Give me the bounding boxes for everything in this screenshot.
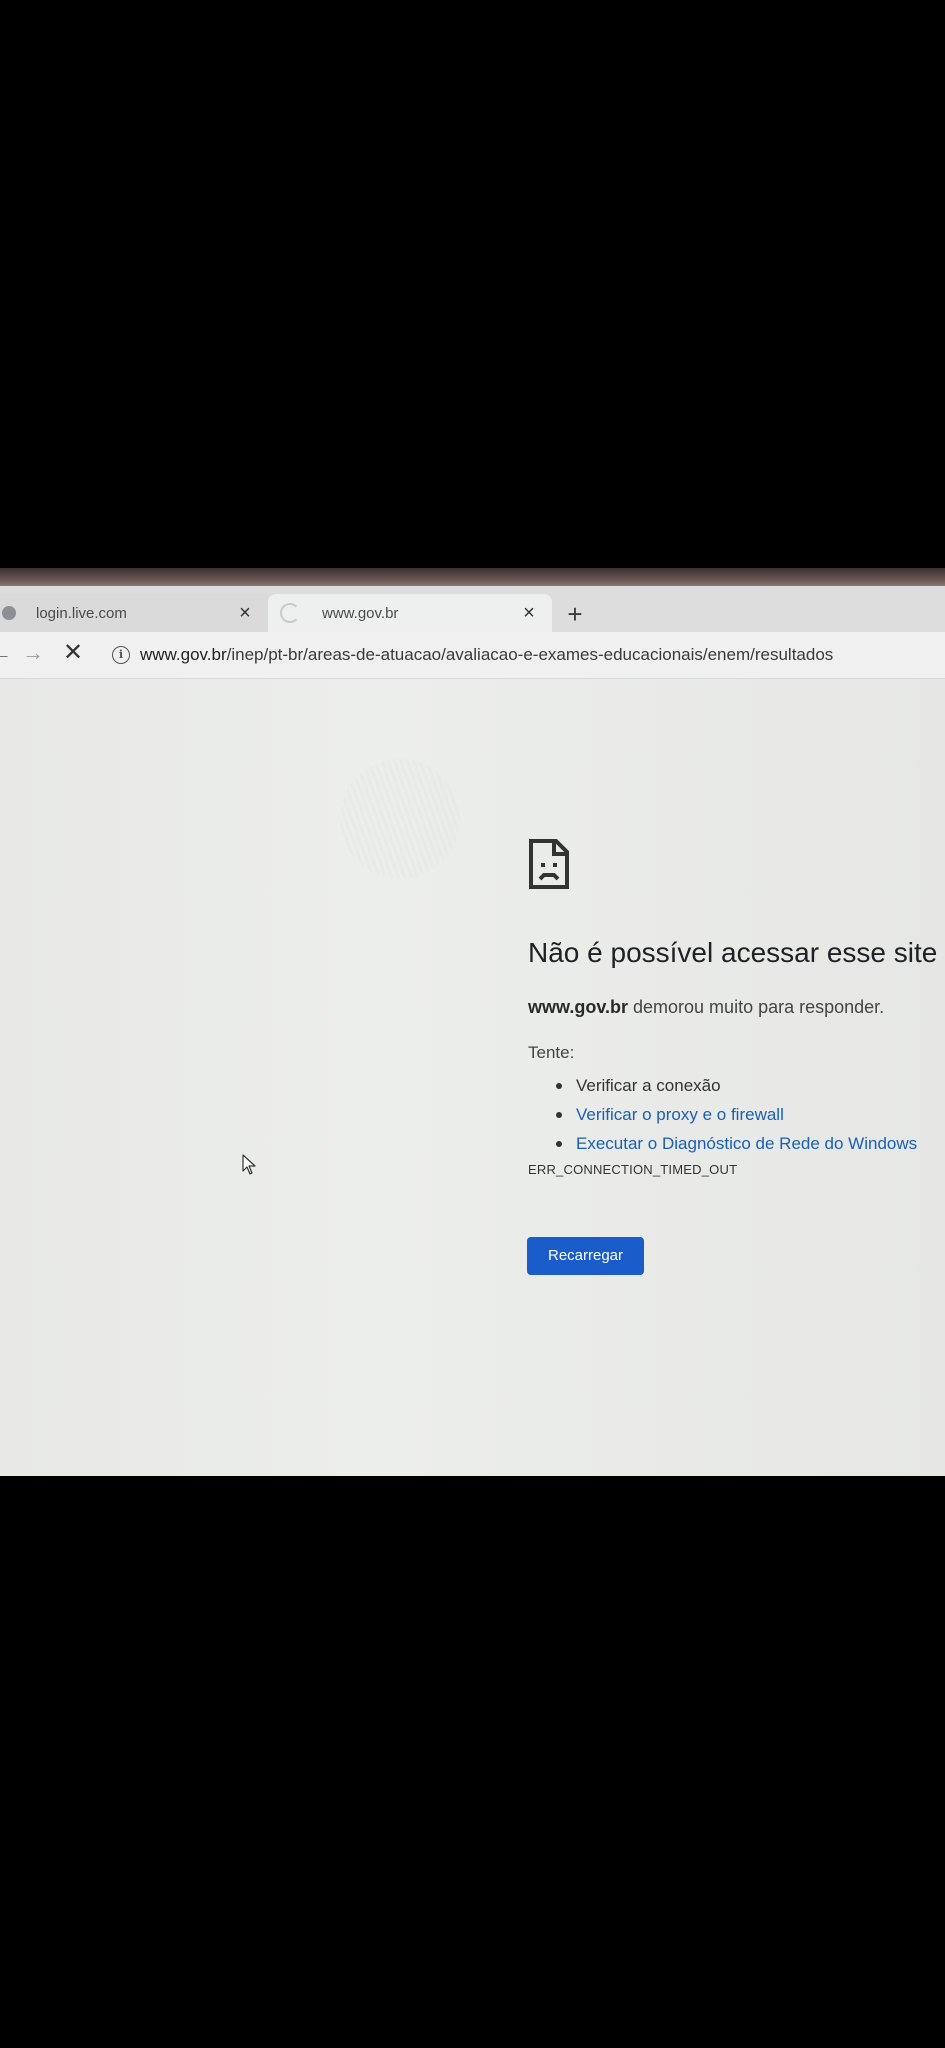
page-content: Não é possível acessar esse site www.gov…: [0, 679, 945, 1476]
try-label: Tente:: [528, 1043, 575, 1062]
loading-spinner-icon: [280, 603, 300, 623]
error-description-text: demorou muito para responder.: [628, 997, 885, 1017]
monitor-bezel: [0, 568, 945, 586]
error-code: ERR_CONNECTION_TIMED_OUT: [528, 1162, 738, 1177]
url-text[interactable]: www.gov.br/inep/pt-br/areas-de-atuacao/a…: [140, 645, 833, 665]
suggestion-run-diagnostics-link[interactable]: Executar o Diagnóstico de Rede do Window…: [556, 1129, 917, 1158]
globe-icon: [2, 606, 16, 620]
close-tab-icon[interactable]: ×: [234, 603, 256, 623]
tab-title: www.gov.br: [322, 604, 399, 622]
back-button[interactable]: ←: [0, 638, 16, 668]
browser-toolbar: ← → ✕ i www.gov.br/inep/pt-br/areas-de-a…: [0, 632, 945, 679]
moire-artifact: [340, 759, 460, 879]
address-bar[interactable]: i www.gov.br/inep/pt-br/areas-de-atuacao…: [100, 638, 945, 672]
reload-button[interactable]: Recarregar: [527, 1237, 644, 1275]
new-tab-button[interactable]: +: [560, 600, 590, 630]
tab-login-live[interactable]: login.live.com ×: [0, 594, 268, 632]
tab-gov-br[interactable]: www.gov.br ×: [268, 594, 552, 632]
error-description: www.gov.br demorou muito para responder.: [528, 997, 884, 1018]
url-path: /inep/pt-br/areas-de-atuacao/avaliacao-e…: [226, 645, 834, 664]
stop-loading-button[interactable]: ✕: [58, 638, 88, 668]
suggestion-list: Verificar a conexão Verificar o proxy e …: [556, 1071, 917, 1158]
mouse-cursor-icon: [242, 1154, 256, 1175]
close-tab-icon[interactable]: ×: [518, 603, 540, 623]
error-host: www.gov.br: [528, 997, 629, 1017]
error-title: Não é possível acessar esse site: [528, 937, 938, 968]
url-host: www.gov.br: [140, 645, 227, 664]
tab-title: login.live.com: [36, 604, 127, 622]
sad-page-icon: [529, 839, 569, 889]
browser-photo: login.live.com × www.gov.br × + ← → ✕ i …: [0, 568, 945, 1476]
suggestion-check-proxy-link[interactable]: Verificar o proxy e o firewall: [556, 1100, 917, 1129]
forward-button[interactable]: →: [18, 638, 48, 668]
info-icon[interactable]: i: [112, 646, 130, 664]
suggestion-check-connection: Verificar a conexão: [556, 1071, 917, 1100]
